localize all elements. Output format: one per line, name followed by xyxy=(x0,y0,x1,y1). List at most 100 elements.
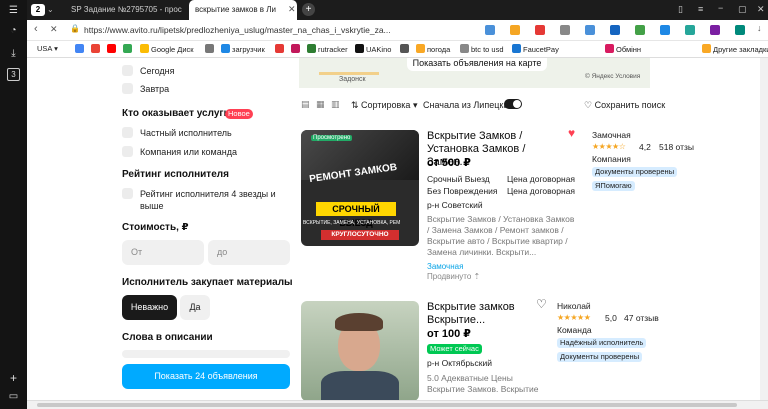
materials-any-button[interactable]: Неважно xyxy=(122,295,177,320)
bookmark-rutracker[interactable]: rutracker xyxy=(307,44,348,54)
extension-icon[interactable] xyxy=(635,25,645,35)
bookmark-gmail[interactable] xyxy=(91,44,102,54)
bookmark-maps[interactable] xyxy=(123,44,134,54)
extension-icon[interactable] xyxy=(485,25,495,35)
vertical-scrollbar[interactable] xyxy=(760,58,768,400)
listing-1-seller-link[interactable]: Замочная xyxy=(427,262,463,271)
sort-label: Сортировка xyxy=(361,100,411,110)
extension-icon[interactable] xyxy=(660,25,670,35)
listing-1-viewed-badge: Просмотрено xyxy=(311,135,353,141)
checkbox-today[interactable] xyxy=(122,65,133,76)
extension-icon[interactable] xyxy=(510,25,520,35)
tab-count[interactable]: 2 xyxy=(31,4,45,16)
close-window-icon[interactable]: ✕ xyxy=(757,4,765,15)
tabs-dropdown-icon[interactable]: ⌄ xyxy=(47,5,54,14)
bookmark-google[interactable] xyxy=(75,44,86,54)
listing-2-seller[interactable]: Николай xyxy=(557,301,591,311)
sidebar-settings-icon[interactable]: ▭ xyxy=(7,390,20,403)
download-toolbar-icon[interactable]: ↓ xyxy=(757,23,762,33)
bookmark-weather[interactable]: погода xyxy=(416,44,450,54)
horizontal-scroll-thumb[interactable] xyxy=(37,403,737,407)
scroll-up-icon[interactable] xyxy=(762,60,766,64)
bookmark-exchange[interactable]: Обмінн xyxy=(605,44,641,54)
bookmark-btc[interactable]: btc to usd xyxy=(460,44,504,54)
listing-1-tag1-price: Цена договорная xyxy=(507,174,576,184)
words-input[interactable] xyxy=(122,350,290,358)
avito-page: Сегодня Завтра Кто оказывает услуги Ново… xyxy=(27,58,760,400)
bookmark-red[interactable] xyxy=(275,44,286,54)
heading-cost: Стоимость, ₽ xyxy=(122,222,189,233)
extension-icon[interactable] xyxy=(610,25,620,35)
extension-icon[interactable] xyxy=(710,25,720,35)
listing-1-seller[interactable]: Замочная xyxy=(592,130,631,140)
listing-2-favorite-icon[interactable]: ♡ xyxy=(536,297,547,311)
new-tab-button[interactable]: + xyxy=(302,3,315,16)
toggle-knob xyxy=(513,100,521,108)
checkbox-private[interactable] xyxy=(122,127,133,138)
close-tab-icon[interactable]: ✕ xyxy=(288,4,296,15)
listing-1-favorite-icon[interactable]: ♥ xyxy=(568,126,575,140)
heading-words: Слова в описании xyxy=(122,332,213,343)
bookmark-uakino[interactable]: UAKino xyxy=(355,44,391,54)
tab-task[interactable]: SP Задание №2795705 - прос xyxy=(71,0,186,20)
browser-menu-icon[interactable]: ☰ xyxy=(7,4,20,17)
minimize-icon[interactable]: − xyxy=(718,3,723,13)
listing-1-reviews[interactable]: 518 отзы xyxy=(659,142,694,152)
download-icon[interactable]: ⤓ xyxy=(7,47,20,60)
new-badge: Новое xyxy=(225,109,253,119)
bookmark-icon[interactable]: ▯ xyxy=(678,4,683,15)
add-panel-icon[interactable]: + xyxy=(7,372,20,385)
maximize-icon[interactable]: ▢ xyxy=(738,4,747,15)
checkbox-rating[interactable] xyxy=(122,188,133,199)
tab-avito[interactable]: вскрытие замков в Ли xyxy=(189,0,297,20)
listing-2-docs-badge: Документы проверены xyxy=(557,352,643,362)
bookmark-doc[interactable] xyxy=(400,44,411,54)
listing-2-image[interactable] xyxy=(301,301,419,400)
heading-materials: Исполнитель закупает материалы xyxy=(122,277,293,288)
bookmark-pink[interactable] xyxy=(291,44,302,54)
listing-2-rating: 5,0 xyxy=(605,313,617,323)
horizontal-scrollbar[interactable] xyxy=(27,400,768,409)
show-results-button[interactable]: Показать 24 объявления xyxy=(122,364,290,389)
listing-2-stars: ★★★★★ xyxy=(557,313,591,322)
price-from-input[interactable]: От xyxy=(122,240,204,265)
lock-icon[interactable]: 🔒 xyxy=(70,24,80,33)
materials-yes-button[interactable]: Да xyxy=(180,295,210,320)
price-to-input[interactable]: до xyxy=(208,240,290,265)
listing-1-image[interactable]: Просмотрено РЕМОНТ ЗАМКОВ СРОЧНЫЙ ВЫЕЗД … xyxy=(301,130,419,246)
site-icon xyxy=(275,44,284,53)
bookmark-other[interactable]: Другие закладки xyxy=(702,44,768,54)
google-icon xyxy=(75,44,84,53)
menu-icon[interactable]: ≡ xyxy=(698,4,703,14)
bookmark-downloader[interactable]: загрузчик xyxy=(221,44,265,54)
bookmark-youtube[interactable] xyxy=(107,44,118,54)
bookmark-google-drive[interactable]: Google Диск xyxy=(140,44,194,54)
weather-icon xyxy=(416,44,425,53)
history-icon[interactable]: ◔ xyxy=(7,24,20,37)
checkbox-tomorrow[interactable] xyxy=(122,83,133,94)
label-company: Компания или команда xyxy=(140,147,237,157)
listing-1-urgent-banner: СРОЧНЫЙ ВЫЕЗД xyxy=(316,202,396,228)
bookmark-blank[interactable] xyxy=(205,44,216,54)
first-lipetsk-toggle[interactable] xyxy=(504,99,522,109)
extension-icon[interactable] xyxy=(735,25,745,35)
view-mode-icons[interactable]: ▤ ▦ ▥ xyxy=(301,99,342,110)
extension-icon[interactable] xyxy=(535,25,545,35)
listing-2-reviews[interactable]: 47 отзыв xyxy=(624,313,659,323)
listing-2-title[interactable]: Вскрытие замков Вскрытие... xyxy=(427,301,537,327)
bookmark-usa[interactable]: USA ▾ xyxy=(37,44,58,53)
extension-icon[interactable] xyxy=(685,25,695,35)
show-on-map-button[interactable]: Показать объявления на карте xyxy=(407,58,547,71)
checkbox-company[interactable] xyxy=(122,146,133,157)
bookmark-faucetpay[interactable]: FaucetPay xyxy=(512,44,559,54)
listing-1-district: р-н Советский xyxy=(427,200,483,210)
extension-icon[interactable] xyxy=(585,25,595,35)
sort-dropdown[interactable]: ⇅ Сортировка ▾ xyxy=(351,100,417,111)
reload-icon[interactable]: ✕ xyxy=(50,24,58,35)
label-tomorrow: Завтра xyxy=(140,84,170,94)
save-search-button[interactable]: ♡ Сохранить поиск xyxy=(584,100,665,111)
sidebar-item-three-icon[interactable]: 3 xyxy=(7,68,20,81)
extension-icon[interactable] xyxy=(560,25,570,35)
url-field[interactable]: https://www.avito.ru/lipetsk/predlozheni… xyxy=(84,25,417,35)
back-icon[interactable]: ‹ xyxy=(34,23,38,35)
